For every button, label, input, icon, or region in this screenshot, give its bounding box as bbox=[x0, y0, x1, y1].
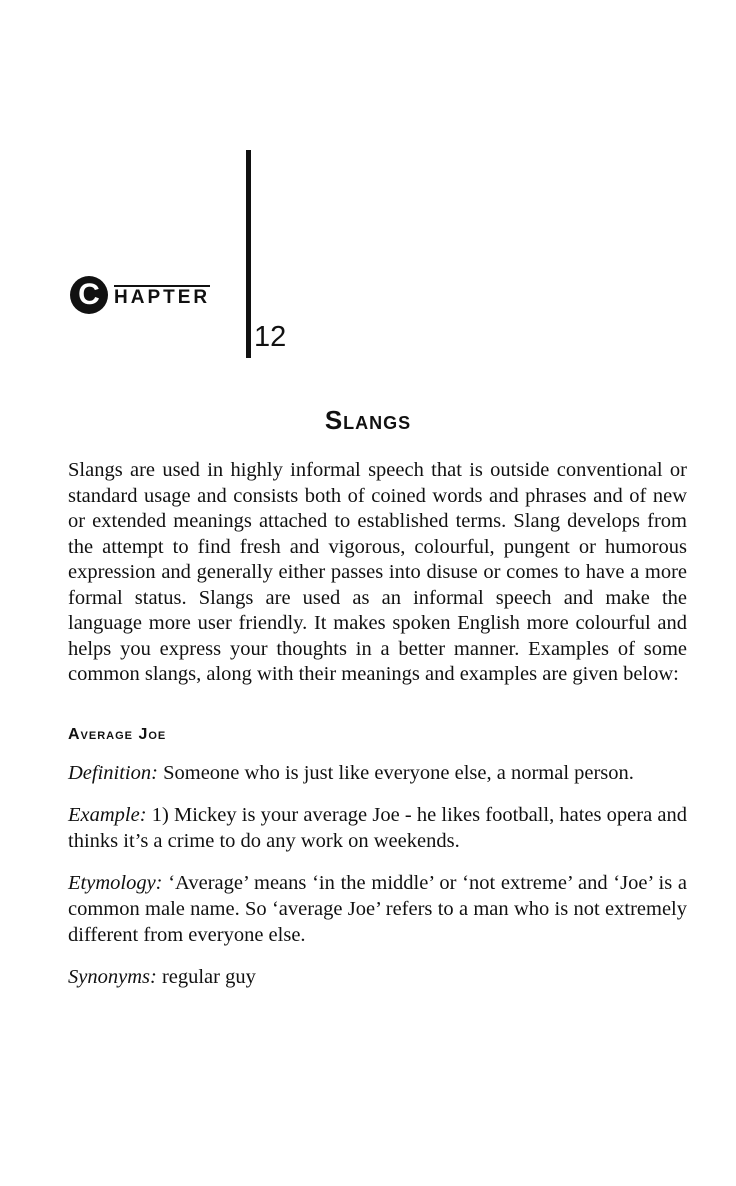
example-paragraph: Example: 1) Mickey is your average Joe -… bbox=[68, 802, 687, 854]
definition-paragraph: Definition: Someone who is just like eve… bbox=[68, 760, 687, 786]
synonyms-paragraph: Synonyms: regular guy bbox=[68, 964, 687, 990]
definition-text: Someone who is just like everyone else, … bbox=[163, 761, 634, 784]
etymology-label: Etymology: bbox=[68, 871, 163, 894]
chapter-word: HAPTER bbox=[114, 285, 211, 308]
chapter-number: 12 bbox=[254, 321, 287, 353]
chapter-initial-badge: C bbox=[70, 276, 108, 314]
synonyms-text: regular guy bbox=[161, 965, 256, 988]
definition-label: Definition: bbox=[68, 761, 158, 784]
page-title: Slangs bbox=[324, 405, 412, 435]
entry-heading: Average Joe bbox=[68, 725, 167, 743]
etymology-paragraph: Etymology: ‘Average’ means ‘in the middl… bbox=[68, 870, 687, 948]
intro-paragraph: Slangs are used in highly informal speec… bbox=[68, 459, 687, 685]
example-label: Example: bbox=[68, 803, 147, 826]
example-text: 1) Mickey is your average Joe - he likes… bbox=[68, 803, 687, 852]
page-body: Slangs are used in highly informal speec… bbox=[68, 458, 687, 990]
chapter-divider-bar bbox=[246, 150, 251, 358]
synonyms-label: Synonyms: bbox=[68, 965, 157, 988]
